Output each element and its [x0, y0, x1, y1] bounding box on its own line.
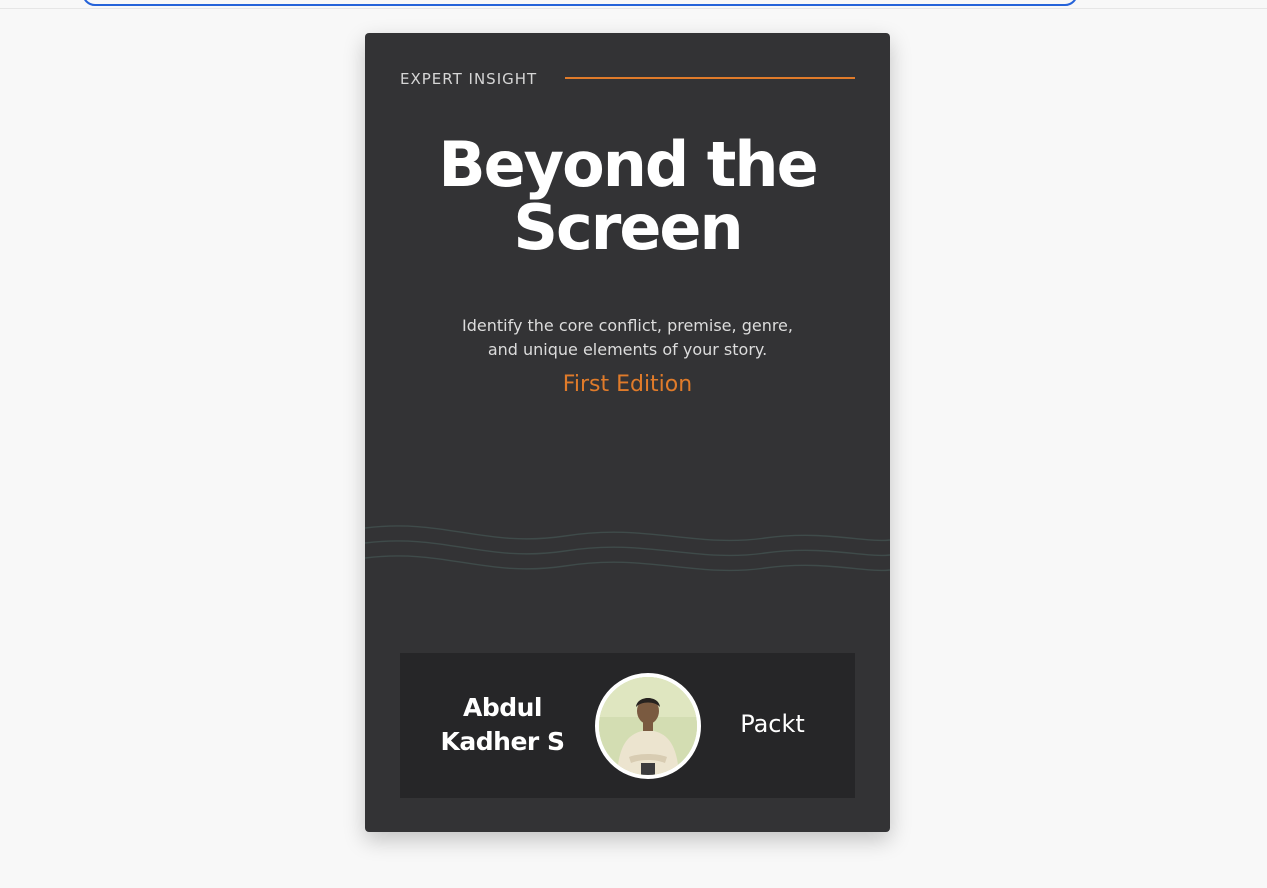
wave-decoration — [365, 525, 890, 572]
focused-input-frame[interactable] — [82, 0, 1078, 6]
author-panel: Abdul Kadher S Packt — [400, 653, 855, 798]
wave-line-3 — [365, 555, 890, 572]
author-name-line-1: Abdul — [462, 693, 543, 722]
wave-line-2 — [365, 540, 890, 557]
author-name-line-2: Kadher S — [440, 727, 565, 756]
author-photo-icon — [599, 677, 697, 775]
book-title-line-2: Screen — [513, 191, 743, 264]
publisher-name: Packt — [740, 710, 805, 738]
book-title: Beyond the Screen — [365, 133, 890, 259]
author-avatar — [595, 673, 701, 779]
edition-label: First Edition — [562, 372, 693, 397]
book-title-line-1: Beyond the — [438, 128, 818, 201]
book-subtitle-line-1: Identify the core conflict, premise, gen… — [462, 316, 793, 335]
author-name: Abdul Kadher S — [420, 691, 585, 759]
wave-line-1 — [365, 525, 890, 542]
book-cover: EXPERT INSIGHT Beyond the Screen Identif… — [365, 33, 890, 832]
series-label: EXPERT INSIGHT — [400, 70, 538, 88]
book-subtitle-line-2: and unique elements of your story. — [487, 340, 768, 359]
book-subtitle: Identify the core conflict, premise, gen… — [445, 314, 810, 362]
series-rule — [565, 77, 855, 79]
